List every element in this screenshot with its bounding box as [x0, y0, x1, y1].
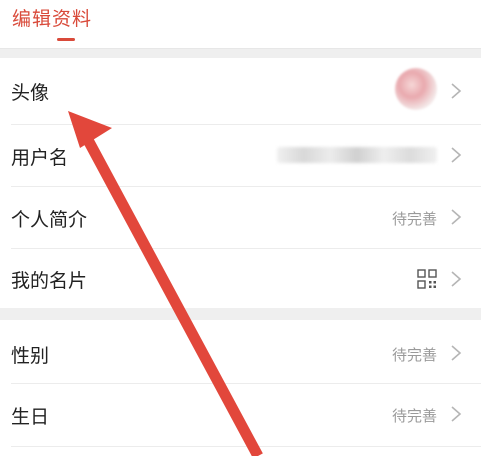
detail-group: 性别 待完善 生日 待完善	[0, 320, 481, 456]
divider	[11, 446, 481, 447]
business-card-label: 我的名片	[11, 270, 88, 292]
birthday-label: 生日	[11, 406, 50, 428]
bio-label: 个人简介	[11, 209, 88, 231]
gender-label: 性别	[11, 345, 50, 367]
birthday-value: 待完善	[391, 407, 437, 425]
username-value-blurred	[277, 147, 437, 163]
edit-profile-screen: 编辑资料 头像 用户名 个人简介 待完善 我的名片 性别 待完善 生日 待完善	[0, 0, 481, 456]
chevron-right-icon	[451, 83, 462, 99]
chevron-right-icon	[451, 209, 462, 225]
chevron-right-icon	[451, 345, 462, 361]
business-card-row[interactable]: 我的名片	[0, 249, 481, 308]
avatar-label: 头像	[11, 82, 50, 104]
header: 编辑资料	[0, 0, 481, 49]
gender-row[interactable]: 性别 待完善	[0, 320, 481, 383]
chevron-right-icon	[451, 271, 462, 287]
chevron-right-icon	[451, 147, 462, 163]
qr-code-icon	[417, 269, 437, 289]
username-label: 用户名	[11, 147, 69, 169]
birthday-row[interactable]: 生日 待完善	[0, 384, 481, 446]
avatar-row[interactable]: 头像	[0, 58, 481, 124]
profile-group: 头像 用户名 个人简介 待完善 我的名片	[0, 58, 481, 308]
bio-value: 待完善	[391, 210, 437, 228]
chevron-right-icon	[451, 406, 462, 422]
tab-active-indicator	[57, 38, 75, 41]
bio-row[interactable]: 个人简介 待完善	[0, 187, 481, 248]
gender-value: 待完善	[391, 346, 437, 364]
avatar	[395, 68, 437, 110]
username-row[interactable]: 用户名	[0, 125, 481, 186]
tab-edit-profile[interactable]: 编辑资料	[12, 4, 92, 31]
